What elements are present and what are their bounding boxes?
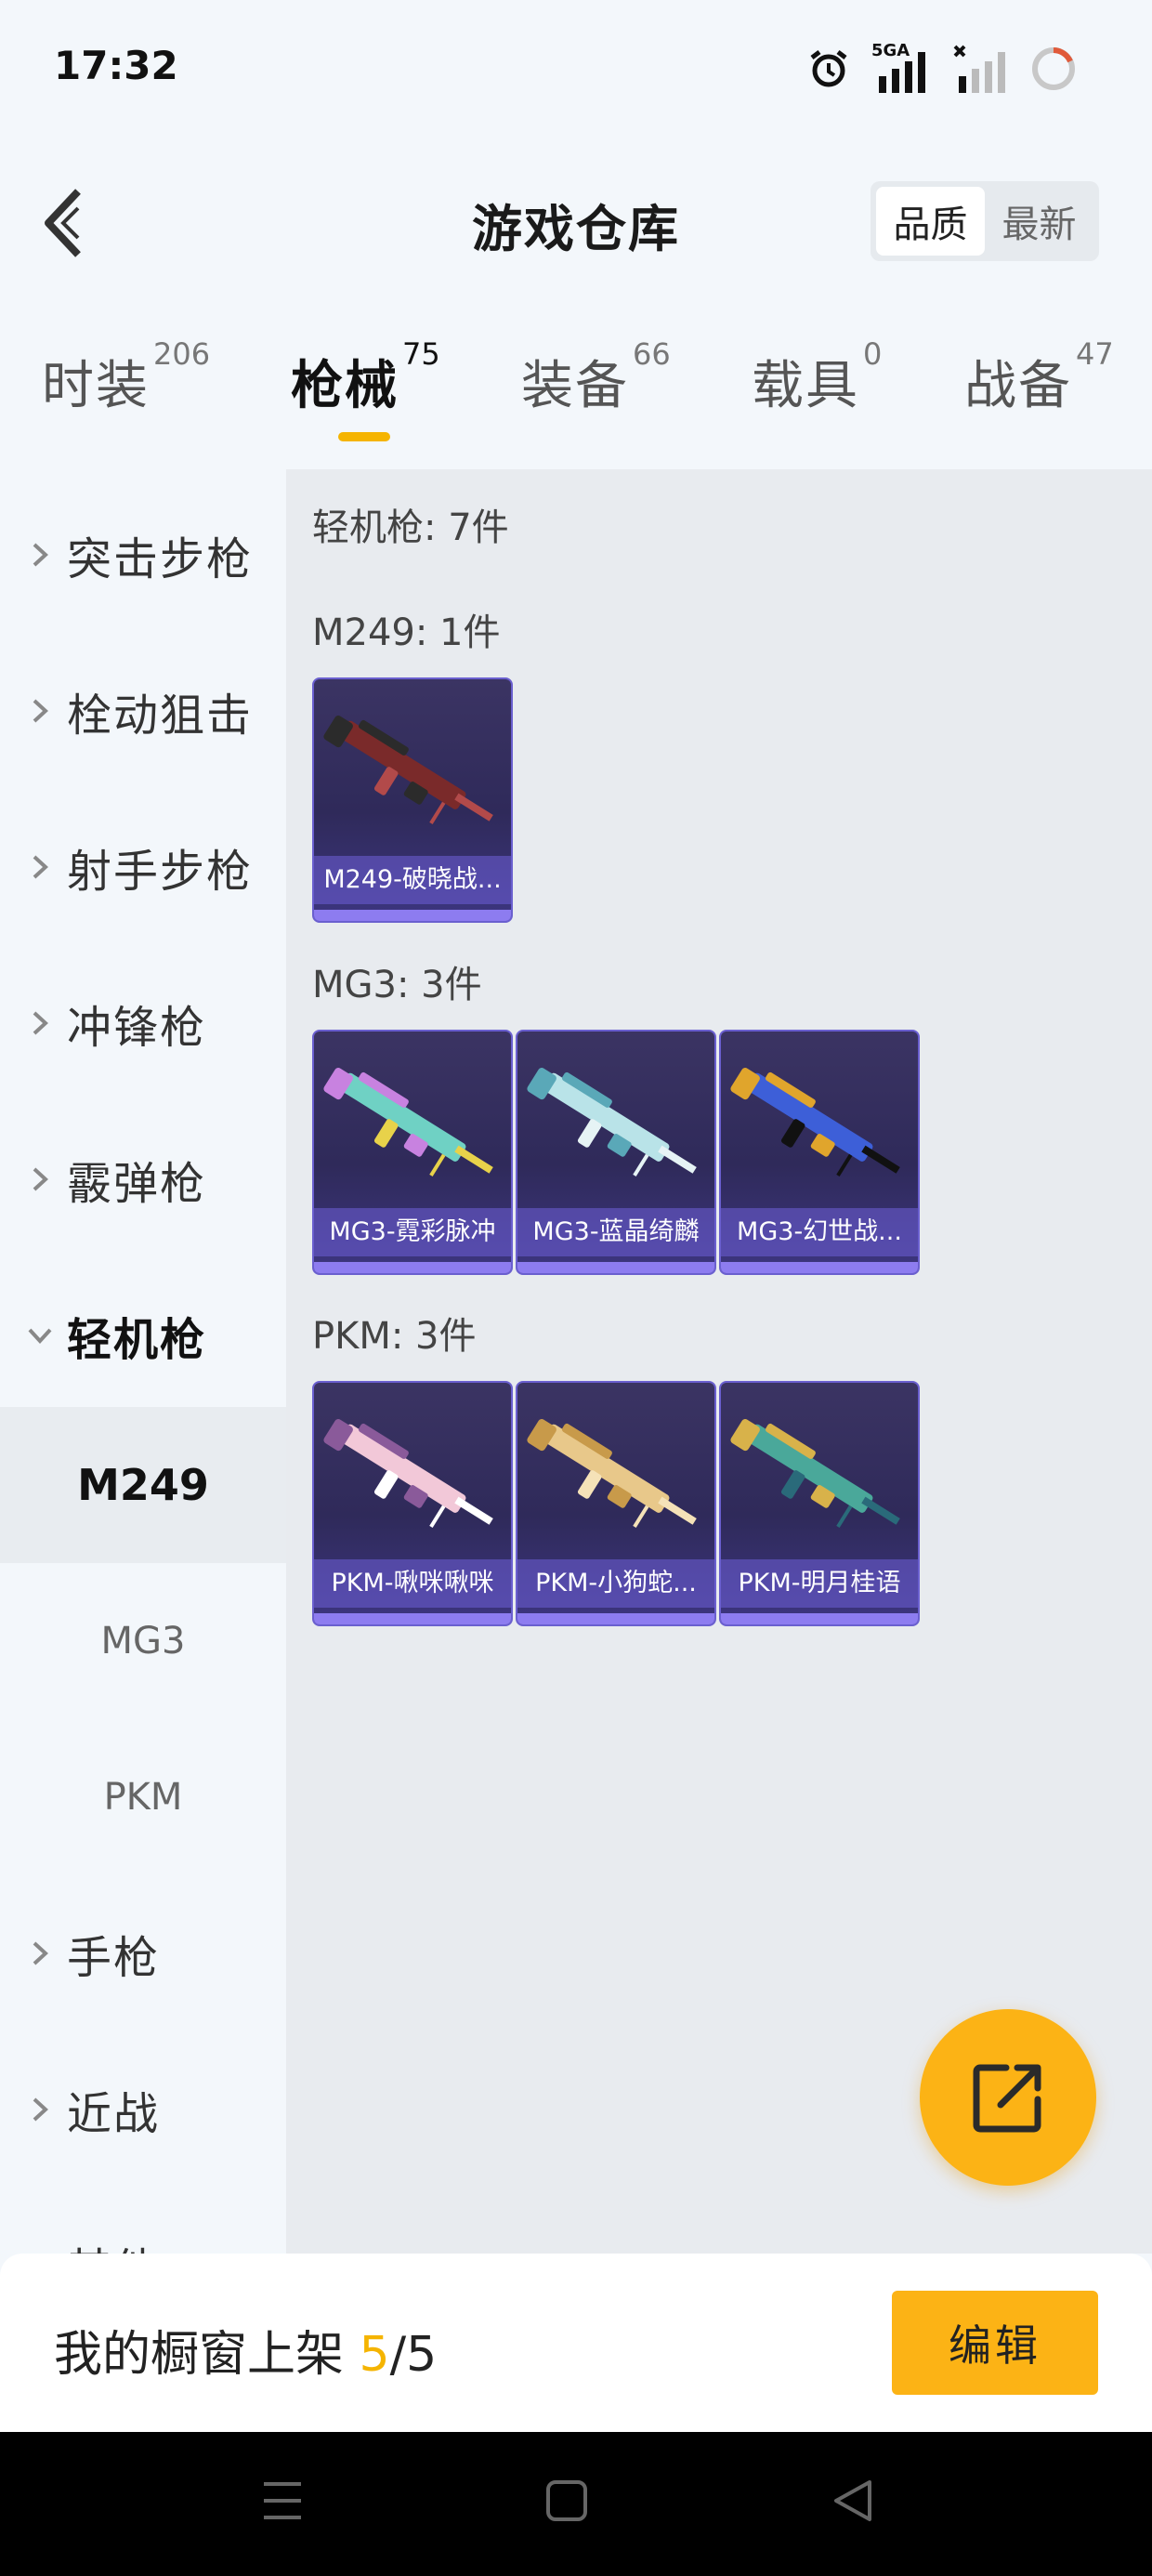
sidebar: 突击步枪 栓动狙击 射手步枪 冲锋枪 霰弹枪 轻机枪 M249 MG3 PKM: [0, 469, 286, 2254]
weapon-art-icon: [323, 1067, 493, 1176]
tab-label: 枪械: [291, 356, 399, 416]
sidebar-item-assault-rifle[interactable]: 突击步枪: [0, 477, 286, 633]
chevron-right-icon: [26, 2096, 54, 2123]
item-name: MG3-霓彩脉冲: [314, 1208, 511, 1256]
sort-toggle: 品质 最新: [871, 181, 1099, 261]
sidebar-item-bolt-sniper[interactable]: 栓动狙击: [0, 633, 286, 789]
signal-weak-icon: [953, 45, 1005, 93]
battery-ring-icon: [1032, 47, 1075, 90]
tab-count: 0: [863, 336, 883, 372]
edit-button[interactable]: 编辑: [892, 2291, 1098, 2395]
sidebar-subitem-mg3[interactable]: MG3: [0, 1563, 286, 1719]
item-card[interactable]: MG3-幻世战...: [719, 1030, 920, 1275]
weapon-art-icon: [527, 1418, 697, 1528]
item-name: MG3-蓝晶绮麟: [517, 1208, 714, 1256]
weapon-art-icon: [323, 715, 493, 824]
chevron-right-icon: [26, 853, 54, 881]
sidebar-item-shotgun[interactable]: 霰弹枪: [0, 1101, 286, 1257]
sidebar-item-lmg[interactable]: 轻机枪: [0, 1257, 286, 1413]
sort-option-newest[interactable]: 最新: [985, 187, 1093, 256]
sidebar-item-label: 手枪: [67, 1932, 161, 1984]
sidebar-item-label: 突击步枪: [67, 533, 254, 585]
sidebar-item-label: 轻机枪: [67, 1314, 207, 1366]
item-name: PKM-明月桂语: [721, 1559, 918, 1608]
tab-label: 战备: [964, 356, 1072, 416]
content-panel: 轻机枪: 7件 M249: 1件 M249-破晓战... MG3: 3件 MG3…: [286, 469, 1152, 2254]
group-heading-mg3: MG3: 3件: [312, 964, 482, 1006]
category-summary: 轻机枪: 7件: [312, 506, 509, 549]
sidebar-item-label: 近战: [67, 2088, 161, 2140]
tab-label: 时装: [42, 356, 150, 416]
item-card[interactable]: PKM-小狗蛇...: [516, 1381, 716, 1626]
sidebar-item-marksman-rifle[interactable]: 射手步枪: [0, 789, 286, 945]
tab-supplies[interactable]: 战备 47: [964, 336, 1114, 446]
category-tabs: 时装 206 枪械 75 装备 66 载具 0 战备 47: [0, 336, 1152, 446]
item-card[interactable]: MG3-霓彩脉冲: [312, 1030, 513, 1275]
chevron-right-icon: [26, 697, 54, 725]
signal-5ga-icon: 5GA: [871, 41, 933, 93]
chevron-right-icon: [26, 541, 54, 569]
sidebar-subitem-m249[interactable]: M249: [0, 1407, 286, 1563]
chevron-right-icon: [26, 1939, 54, 1967]
tab-equipment[interactable]: 装备 66: [521, 336, 671, 446]
status-time: 17:32: [54, 43, 178, 88]
tab-guns[interactable]: 枪械 75: [291, 336, 440, 446]
chevron-right-icon: [26, 1009, 54, 1037]
header: 游戏仓库 品质 最新: [0, 167, 1152, 279]
item-card[interactable]: M249-破晓战...: [312, 677, 513, 923]
sidebar-item-label: 栓动狙击: [67, 690, 254, 742]
item-name: PKM-啾咪啾咪: [314, 1559, 511, 1608]
back-nav-icon[interactable]: [831, 2475, 875, 2527]
showcase-total: /5: [389, 2327, 438, 2383]
showcase-status: 我的橱窗上架 5/5: [54, 2315, 437, 2385]
item-card[interactable]: PKM-明月桂语: [719, 1381, 920, 1626]
sidebar-item-melee[interactable]: 近战: [0, 2031, 286, 2188]
tab-count: 47: [1076, 336, 1114, 372]
weapon-art-icon: [323, 1418, 493, 1528]
home-icon[interactable]: [544, 2475, 589, 2527]
showcase-bar: 我的橱窗上架 5/5 编辑: [0, 2254, 1152, 2432]
showcase-label: 我的橱窗上架: [54, 2327, 360, 2383]
item-name: M249-破晓战...: [314, 856, 511, 904]
active-tab-indicator: [338, 432, 390, 441]
group-heading-pkm: PKM: 3件: [312, 1315, 477, 1358]
group-heading-m249: M249: 1件: [312, 611, 501, 654]
chevron-down-icon: [26, 1321, 54, 1349]
tab-label: 载具: [752, 356, 859, 416]
tab-count: 66: [633, 336, 671, 372]
alarm-icon: [810, 50, 847, 87]
share-button[interactable]: [920, 2009, 1096, 2186]
weapon-art-icon: [730, 1067, 900, 1176]
tab-count: 206: [153, 336, 211, 372]
sort-option-quality[interactable]: 品质: [876, 187, 985, 256]
sidebar-item-label: 冲锋枪: [67, 1002, 207, 1054]
sidebar-subitem-pkm[interactable]: PKM: [0, 1719, 286, 1875]
sidebar-item-pistol[interactable]: 手枪: [0, 1875, 286, 2031]
sidebar-item-label: 霰弹枪: [67, 1158, 207, 1210]
status-bar: 17:32 5GA: [0, 0, 1152, 139]
item-name: PKM-小狗蛇...: [517, 1559, 714, 1608]
item-card[interactable]: PKM-啾咪啾咪: [312, 1381, 513, 1626]
tab-fashion[interactable]: 时装 206: [42, 336, 210, 446]
tab-vehicles[interactable]: 载具 0: [752, 336, 882, 446]
weapon-art-icon: [527, 1067, 697, 1176]
weapon-art-icon: [730, 1418, 900, 1528]
chevron-right-icon: [26, 1165, 54, 1193]
showcase-current: 5: [359, 2327, 390, 2383]
status-icons: 5GA: [806, 41, 1078, 97]
system-nav-bar: [0, 2432, 1152, 2576]
sidebar-item-smg[interactable]: 冲锋枪: [0, 945, 286, 1101]
tab-label: 装备: [521, 356, 629, 416]
tab-count: 75: [402, 336, 440, 372]
sidebar-item-label: 其他: [67, 2233, 160, 2254]
item-card[interactable]: MG3-蓝晶绮麟: [516, 1030, 716, 1275]
sidebar-item-other[interactable]: 其他: [0, 2188, 286, 2254]
share-external-icon: [973, 2064, 1041, 2133]
item-name: MG3-幻世战...: [721, 1208, 918, 1256]
sidebar-item-label: 射手步枪: [67, 846, 254, 898]
menu-icon[interactable]: [260, 2475, 305, 2527]
